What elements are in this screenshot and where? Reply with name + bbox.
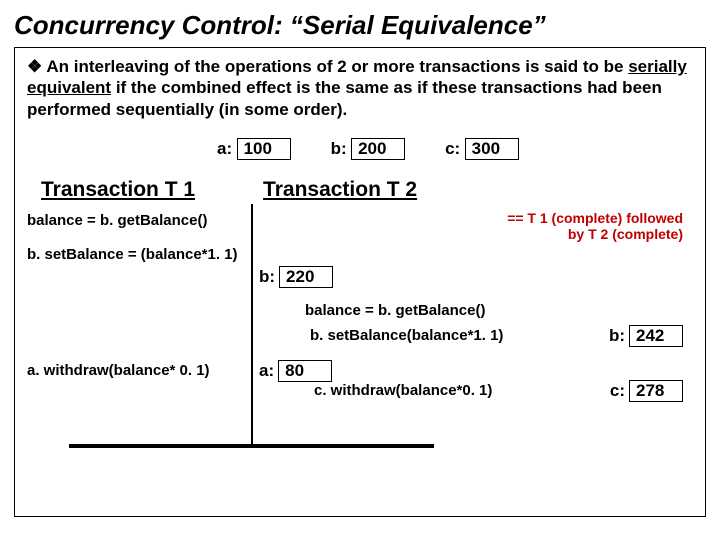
b-label: b: — [331, 139, 347, 158]
mid-a-box: 80 — [278, 360, 332, 382]
bullet-text-1: ❖ An interleaving of the operations of 2… — [27, 57, 628, 76]
value-a: a: 100 — [217, 138, 291, 160]
definition-text: ❖ An interleaving of the operations of 2… — [27, 56, 693, 120]
result-b-label: b: — [609, 326, 625, 346]
tx2-header: Transaction T 2 — [263, 178, 417, 202]
result-b: b: 242 — [609, 325, 683, 347]
result-b-box: 242 — [629, 325, 683, 347]
mid-a-value: a: 80 — [259, 360, 332, 382]
a-label: a: — [217, 139, 232, 158]
b-value: 200 — [351, 138, 405, 160]
t2-setbalance: b. setBalance(balance*1. 1) — [310, 327, 503, 344]
tx1-header: Transaction T 1 — [41, 178, 195, 202]
c-label: c: — [445, 139, 460, 158]
mid-b-box: 220 — [279, 266, 333, 288]
t2-getbalance: balance = b. getBalance() — [305, 302, 485, 319]
t1-setbalance: b. setBalance = (balance*1. 1) — [27, 246, 238, 263]
result-c: c: 278 — [610, 380, 683, 402]
t2-withdraw: c. withdraw(balance*0. 1) — [314, 382, 492, 399]
main-frame: ❖ An interleaving of the operations of 2… — [14, 47, 706, 517]
result-c-label: c: — [610, 381, 625, 401]
tx-diagram: == T 1 (complete) followed by T 2 (compl… — [27, 212, 693, 462]
t1-getbalance: balance = b. getBalance() — [27, 212, 207, 229]
result-c-box: 278 — [629, 380, 683, 402]
tx-headers-row: Transaction T 1 Transaction T 2 — [27, 178, 693, 202]
mid-a-label: a: — [259, 361, 274, 381]
horizontal-baseline — [69, 444, 434, 448]
note-line1: == T 1 (complete) followed — [507, 210, 683, 226]
initial-values-row: a: 100 b: 200 c: 300 — [217, 138, 693, 160]
value-c: c: 300 — [445, 138, 519, 160]
bullet-text-2: if the combined effect is the same as if… — [27, 78, 662, 118]
c-value: 300 — [465, 138, 519, 160]
a-value: 100 — [237, 138, 291, 160]
page-title: Concurrency Control: “Serial Equivalence… — [14, 10, 706, 41]
t1-withdraw: a. withdraw(balance* 0. 1) — [27, 362, 210, 379]
vertical-divider — [251, 204, 253, 446]
note-line2: by T 2 (complete) — [568, 226, 683, 242]
mid-b-value: b: 220 — [259, 266, 333, 288]
mid-b-label: b: — [259, 267, 275, 287]
value-b: b: 200 — [331, 138, 406, 160]
equivalence-note: == T 1 (complete) followed by T 2 (compl… — [507, 210, 683, 242]
